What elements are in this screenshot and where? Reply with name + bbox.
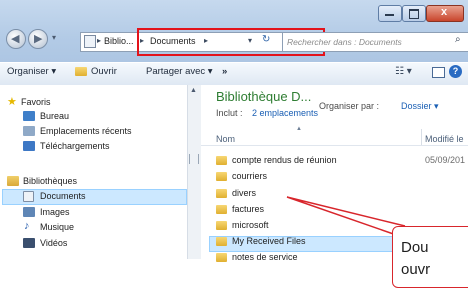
callout-line-1: Dou: [401, 239, 429, 256]
callout-pointer: [286, 196, 406, 239]
callout-line-2: ouvr: [401, 261, 431, 278]
callout-box: Dou ouvr: [392, 226, 468, 288]
